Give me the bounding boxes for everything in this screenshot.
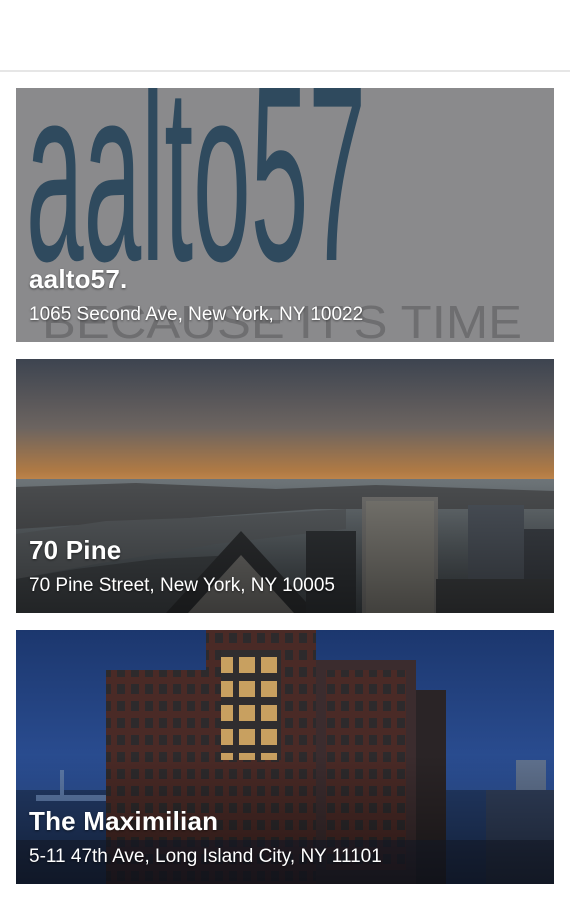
header-divider bbox=[0, 70, 570, 72]
top-bar bbox=[0, 0, 570, 70]
building-card-70-pine[interactable]: 70 Pine 70 Pine Street, New York, NY 100… bbox=[16, 359, 554, 613]
building-name: The Maximilian bbox=[29, 806, 219, 836]
building-address: 70 Pine Street, New York, NY 10005 bbox=[29, 575, 335, 596]
building-name: 70 Pine bbox=[29, 535, 122, 565]
building-card-the-maximilian[interactable]: The Maximilian 5-11 47th Ave, Long Islan… bbox=[16, 630, 554, 884]
building-name: aalto57. bbox=[29, 264, 128, 294]
building-address: 1065 Second Ave, New York, NY 10022 bbox=[29, 304, 364, 325]
building-card-aalto57[interactable]: aalto57 BECAUSE IT'S TIME aalto57. 1065 … bbox=[16, 88, 554, 342]
building-address: 5-11 47th Ave, Long Island City, NY 1110… bbox=[29, 846, 382, 867]
